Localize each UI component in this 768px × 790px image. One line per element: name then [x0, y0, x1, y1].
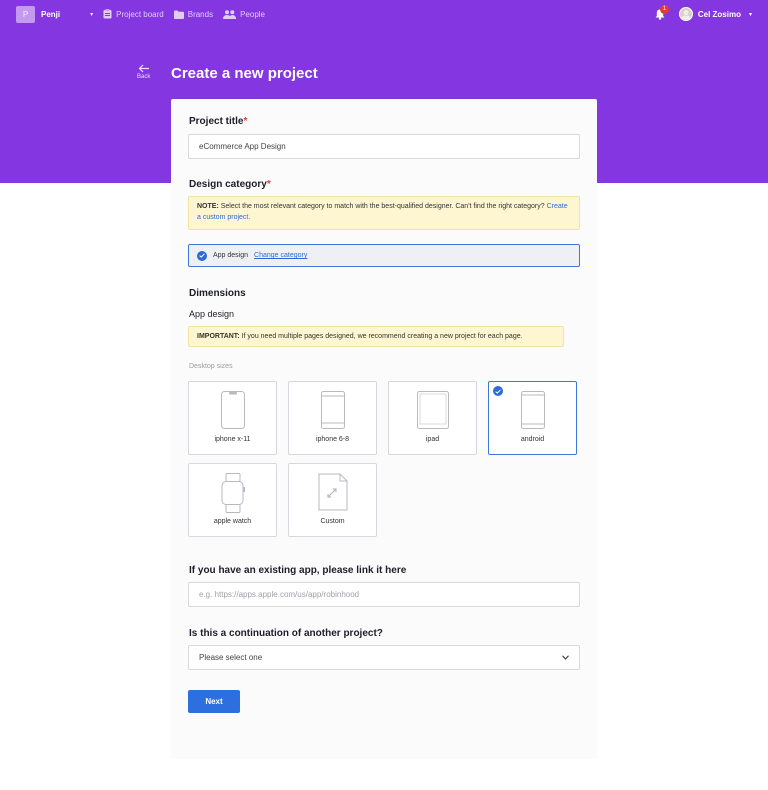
folder-icon: [173, 10, 184, 19]
brand-name[interactable]: Penji: [41, 10, 60, 19]
change-category-link[interactable]: Change category: [254, 252, 307, 259]
brand-dropdown-icon[interactable]: ▾: [90, 11, 93, 18]
dimensions-label: Dimensions: [189, 288, 246, 299]
nav-item-people[interactable]: People: [223, 10, 265, 19]
continuation-select[interactable]: Please select one: [188, 645, 580, 670]
existing-app-link-input[interactable]: e.g. https://apps.apple.com/us/app/robin…: [188, 582, 580, 607]
size-tile-apple-watch[interactable]: apple watch: [188, 463, 277, 537]
important-note: IMPORTANT: If you need multiple pages de…: [188, 326, 564, 347]
brand-logo[interactable]: P: [16, 5, 35, 23]
nav-item-project-board[interactable]: Project board: [103, 9, 164, 19]
continuation-selected-value: Please select one: [199, 653, 263, 662]
user-avatar[interactable]: [678, 7, 693, 21]
required-mark: *: [266, 179, 271, 190]
dimensions-sub-label: App design: [189, 309, 235, 319]
iphone-6-icon: [320, 391, 345, 429]
back-button[interactable]: Back: [137, 64, 150, 80]
category-note: NOTE: Select the most relevant category …: [188, 196, 580, 230]
size-tile-ipad[interactable]: ipad: [388, 381, 477, 455]
nav-item-brands[interactable]: Brands: [173, 10, 213, 19]
clipboard-icon: [103, 9, 112, 19]
top-navigation: P Penji ▾ Project board Brands People 1 …: [0, 0, 768, 28]
project-title-input[interactable]: eCommerce App Design: [188, 134, 580, 159]
back-label: Back: [137, 74, 151, 80]
size-tile-iphone-6-8[interactable]: iphone 6-8: [288, 381, 377, 455]
size-tile-custom[interactable]: Custom: [288, 463, 377, 537]
chevron-down-icon: [562, 655, 569, 660]
people-icon: [223, 9, 237, 19]
arrow-left-icon: [138, 64, 149, 73]
apple-watch-icon: [221, 473, 245, 513]
avatar-icon: [680, 9, 691, 20]
check-icon: [493, 386, 503, 396]
design-category-label: Design category*: [189, 179, 271, 190]
existing-app-label: If you have an existing app, please link…: [189, 565, 407, 576]
android-phone-icon: [520, 391, 545, 429]
user-menu-chevron-icon[interactable]: ▾: [749, 11, 752, 18]
size-tile-android[interactable]: android: [488, 381, 577, 455]
page-title: Create a new project: [171, 65, 318, 82]
next-button[interactable]: Next: [188, 690, 240, 713]
iphone-x-icon: [220, 391, 245, 429]
selected-category: App design Change category: [188, 244, 580, 267]
required-mark: *: [243, 116, 248, 127]
custom-file-icon: [318, 473, 347, 511]
desktop-sizes-label: Desktop sizes: [189, 363, 233, 370]
check-icon: [197, 250, 207, 261]
project-title-label: Project title*: [189, 116, 248, 127]
project-form-card: Project title* eCommerce App Design Desi…: [171, 99, 597, 759]
notification-count-badge: 1: [659, 4, 669, 14]
selected-category-name: App design: [213, 252, 249, 259]
notifications-button[interactable]: 1: [655, 4, 669, 20]
user-name[interactable]: Cel Zosimo: [698, 10, 741, 19]
size-tile-iphone-x-11[interactable]: iphone x-11: [188, 381, 277, 455]
ipad-icon: [416, 391, 449, 429]
continuation-label: Is this a continuation of another projec…: [189, 628, 383, 639]
